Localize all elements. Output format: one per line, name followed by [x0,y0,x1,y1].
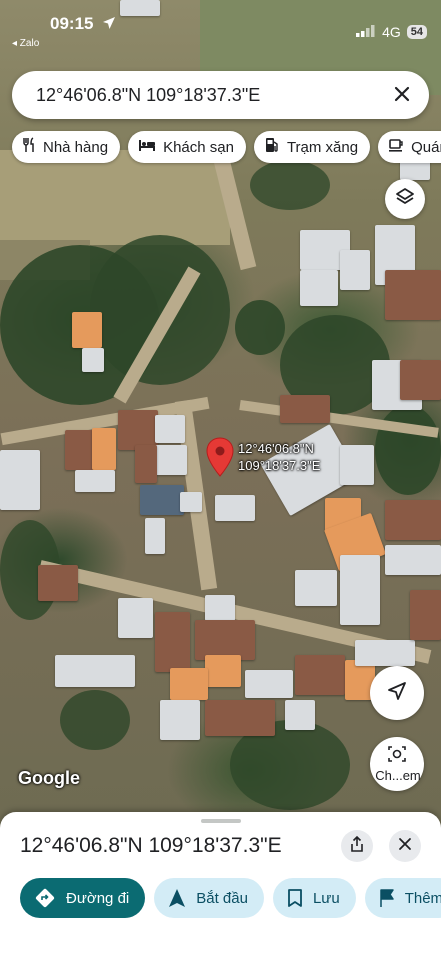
drag-handle[interactable] [201,819,241,823]
chip-label: Trạm xăng [286,138,359,156]
coffee-icon [388,137,404,157]
close-icon [398,837,412,856]
bookmark-icon [287,888,303,908]
map-building [170,668,208,700]
navigation-arrow-icon [386,680,408,707]
map-trees [250,160,330,210]
map-building [205,595,235,621]
map-building [155,415,185,443]
google-logo: Google [18,768,80,788]
directions-label: Đường đi [66,889,130,907]
map-building [155,612,190,672]
camera-icon [387,745,407,768]
signal-icon [356,24,376,40]
location-arrow-icon [102,16,116,35]
map-building [180,492,202,512]
navigation-icon [168,888,186,908]
action-buttons: Đường đi Bắt đầu Lưu Thêm [20,878,441,918]
map-building [295,655,345,695]
map-trees [90,235,230,385]
map-building [410,590,441,640]
map-building [385,545,441,575]
map-pin-icon[interactable] [206,437,234,482]
chip-restaurants[interactable]: Nhà hàng [12,131,121,163]
map-building [400,360,441,400]
map-building [385,500,441,540]
restaurant-icon [22,137,36,157]
network-type: 4G [382,24,401,40]
map-building [295,570,337,606]
map-building [385,270,441,320]
map-building [65,430,95,470]
map-building [82,348,104,372]
map-building [118,598,153,638]
map-building [145,518,165,554]
pin-longitude: 109°18'37.3"E [238,458,321,473]
map-building [205,700,275,736]
close-icon[interactable] [389,81,415,107]
map-building [140,485,184,515]
map-building [280,395,330,423]
map-building [118,410,158,450]
layers-icon [394,186,416,213]
map-trees [235,300,285,355]
map-building [215,495,255,521]
pin-latitude: 12°46'06.8"N [238,441,314,456]
map-building [155,445,187,475]
battery-level: 54 [406,25,427,39]
chip-gas-stations[interactable]: Trạm xăng [253,131,371,163]
chip-label: Nhà hàng [43,138,109,156]
map-building [285,700,315,730]
sheet-title: 12°46'06.8"N 109°18'37.3"E [20,834,282,857]
map-building [355,640,415,666]
chip-hotels[interactable]: Khách sạn [128,131,246,163]
share-icon [349,835,365,858]
map-building [92,428,116,470]
map-building [340,555,380,625]
gas-station-icon [264,137,280,157]
flag-icon [379,888,395,908]
hotel-icon [138,138,156,156]
map-building [135,445,157,483]
map-building [0,450,40,510]
start-label: Bắt đầu [196,889,248,907]
category-chips: Nhà hàng Khách sạn Trạm xăng Quán [12,131,441,165]
map-building [75,470,115,492]
back-to-app-link[interactable]: ◂ Zalo [12,38,39,49]
status-indicators: 4G 54 [356,24,427,40]
save-button[interactable]: Lưu [272,878,356,918]
map-building [340,445,374,485]
map-building [340,250,370,290]
start-button[interactable]: Bắt đầu [154,878,264,918]
search-input[interactable]: 12°46'06.8"N 109°18'37.3"E [36,85,260,106]
save-label: Lưu [312,889,340,907]
map-trees [60,690,130,750]
chip-cafes[interactable]: Quán [378,131,441,163]
share-button[interactable] [341,830,373,862]
map-building [160,700,200,740]
layers-button[interactable] [385,179,425,219]
map-building [72,312,102,348]
add-label: Thêm [404,889,441,907]
chip-label: Khách sạn [163,138,234,156]
directions-icon [34,887,56,909]
close-sheet-button[interactable] [389,830,421,862]
chip-label: Quán [411,138,441,156]
add-button[interactable]: Thêm [364,878,441,918]
status-time: 09:15 [50,14,94,33]
search-bar[interactable]: 12°46'06.8"N 109°18'37.3"E [12,71,429,119]
map-trees [375,405,441,495]
map-building [38,565,78,601]
map-building [120,0,160,16]
pin-label: 12°46'06.8"N 109°18'37.3"E [238,440,320,474]
directions-button[interactable]: Đường đi [20,878,146,918]
map-building [245,670,293,698]
map-building [195,620,255,660]
map-building [55,655,135,687]
map-building [205,655,241,687]
place-bottom-sheet[interactable]: 12°46'06.8"N 109°18'37.3"E Đường đi Bắt … [0,812,441,960]
my-location-button[interactable] [370,666,424,720]
map-building [300,270,338,306]
lens-label: Ch...em [375,768,421,783]
